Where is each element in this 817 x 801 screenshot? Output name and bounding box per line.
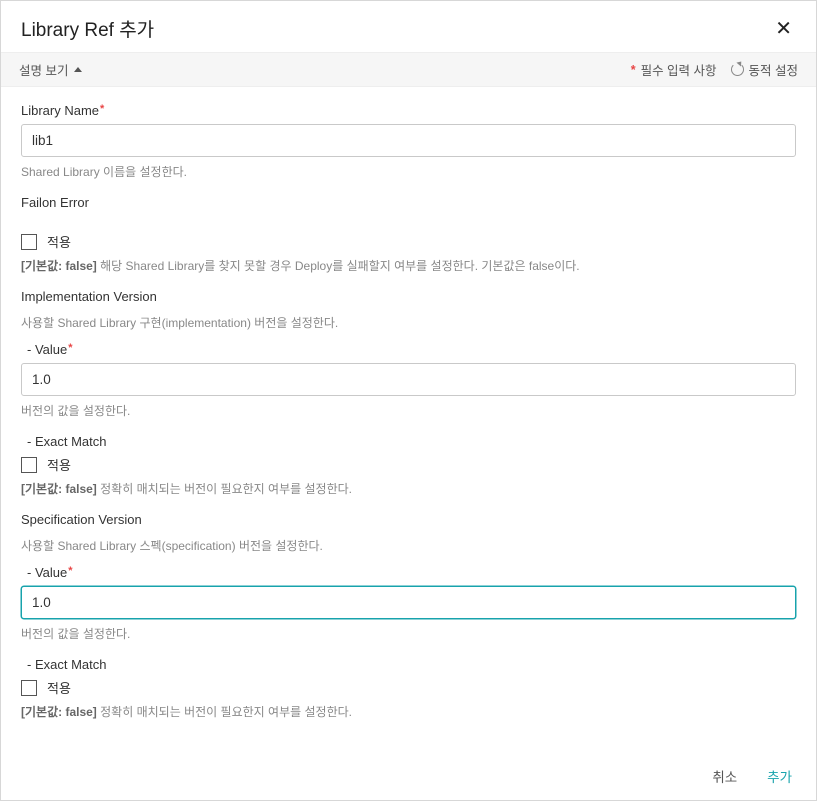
spec-value-input[interactable] [21,586,796,619]
library-name-label: Library Name* [21,103,796,118]
toggle-description-label: 설명 보기 [19,60,68,79]
dialog-footer: 취소 추가 [1,751,816,800]
asterisk-icon: * [68,565,72,577]
spec-exact-match-help: [기본값: false] 정확히 매치되는 버전이 필요한지 여부를 설정한다. [21,703,796,721]
fail-on-error-title: Failon Error [21,195,796,210]
toolbar: 설명 보기 * 필수 입력 사항 동적 설정 [1,52,816,87]
dialog-header: Library Ref 추가 ✕ [1,1,816,52]
refresh-icon [731,63,744,76]
legend-required: * 필수 입력 사항 [631,60,717,79]
spec-value-label-text: - Value [27,565,67,580]
spec-value-help: 버전의 값을 설정한다. [21,625,796,643]
impl-value-label-text: - Value [27,342,67,357]
legend-required-label: 필수 입력 사항 [641,60,717,79]
cancel-button[interactable]: 취소 [712,766,737,786]
legend-dynamic-label: 동적 설정 [749,60,798,79]
spec-value-label: - Value* [27,565,796,580]
spec-exact-match-help-body: 정확히 매치되는 버전이 필요한지 여부를 설정한다. [100,705,352,719]
dialog-title: Library Ref 추가 [21,15,154,42]
impl-version-desc: 사용할 Shared Library 구현(implementation) 버전… [21,314,796,332]
impl-exact-match-checkbox-row: 적용 [21,455,796,474]
library-name-input[interactable] [21,124,796,157]
dialog-content: Library Name* Shared Library 이름을 설정한다. F… [1,87,816,751]
fail-on-error-help: [기본값: false] 해당 Shared Library를 찾지 못할 경우… [21,257,796,275]
asterisk-icon: * [68,342,72,354]
impl-version-title: Implementation Version [21,289,796,304]
close-icon[interactable]: ✕ [771,17,796,41]
caret-up-icon [74,67,82,72]
dialog: Library Ref 추가 ✕ 설명 보기 * 필수 입력 사항 동적 설정 … [0,0,817,801]
impl-exact-match-help-prefix: [기본값: false] [21,482,100,496]
fail-on-error-help-body: 해당 Shared Library를 찾지 못할 경우 Deploy를 실패할지… [100,259,580,273]
impl-exact-match-label: - Exact Match [27,434,796,449]
spec-exact-match-checkbox-row: 적용 [21,678,796,697]
asterisk-icon: * [631,63,636,77]
impl-value-help: 버전의 값을 설정한다. [21,402,796,420]
spec-version-desc: 사용할 Shared Library 스펙(specification) 버전을… [21,537,796,555]
spec-version-title: Specification Version [21,512,796,527]
library-name-label-text: Library Name [21,103,99,118]
asterisk-icon: * [100,103,104,115]
fail-on-error-apply-label: 적용 [47,232,71,251]
impl-exact-match-help-body: 정확히 매치되는 버전이 필요한지 여부를 설정한다. [100,482,352,496]
impl-value-input[interactable] [21,363,796,396]
fail-on-error-help-prefix: [기본값: false] [21,259,100,273]
fail-on-error-checkbox[interactable] [21,234,37,250]
toolbar-legend: * 필수 입력 사항 동적 설정 [631,60,798,79]
impl-value-label: - Value* [27,342,796,357]
spec-exact-match-help-prefix: [기본값: false] [21,705,100,719]
submit-button[interactable]: 추가 [767,766,792,786]
spec-exact-match-label: - Exact Match [27,657,796,672]
spec-exact-match-checkbox[interactable] [21,680,37,696]
impl-exact-match-apply-label: 적용 [47,455,71,474]
spec-exact-match-apply-label: 적용 [47,678,71,697]
legend-dynamic: 동적 설정 [731,60,798,79]
toggle-description-button[interactable]: 설명 보기 [19,60,82,79]
library-name-help: Shared Library 이름을 설정한다. [21,163,796,181]
impl-exact-match-checkbox[interactable] [21,457,37,473]
impl-exact-match-help: [기본값: false] 정확히 매치되는 버전이 필요한지 여부를 설정한다. [21,480,796,498]
fail-on-error-checkbox-row: 적용 [21,232,796,251]
